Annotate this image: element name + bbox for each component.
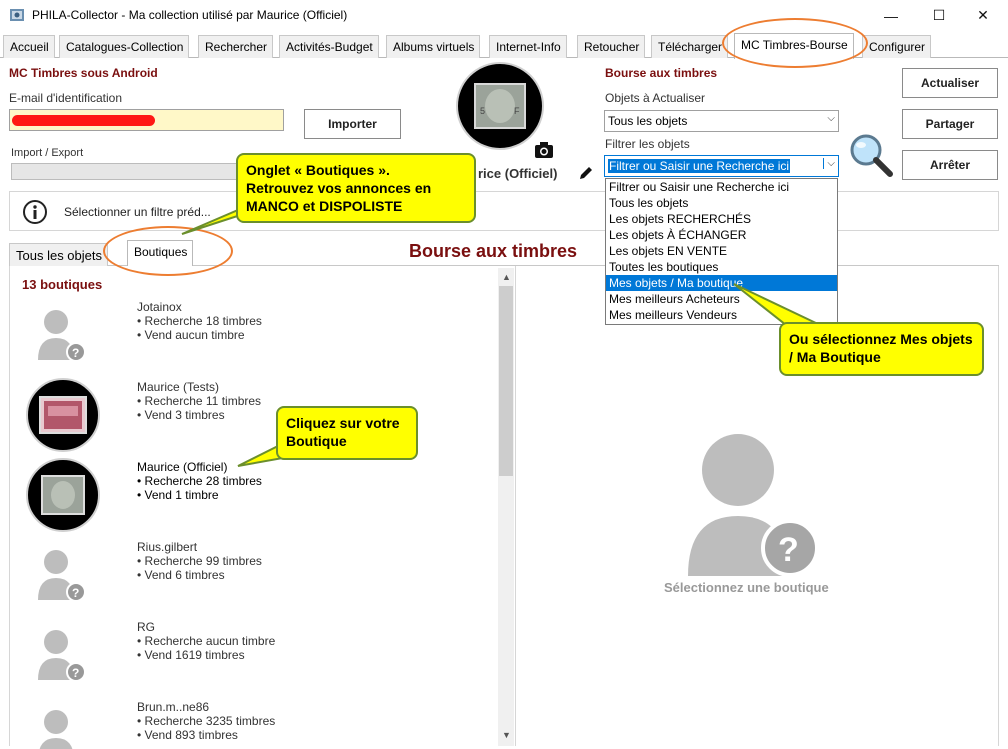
tab-catalogues-collection[interactable]: Catalogues-Collection bbox=[59, 35, 190, 58]
objects-select-value: Tous les objets bbox=[608, 114, 688, 128]
tab-telecharger[interactable]: Télécharger bbox=[651, 35, 729, 58]
maximize-button[interactable]: ☐ bbox=[916, 0, 962, 31]
info-icon bbox=[23, 200, 47, 224]
shop-avatar-unknown: ? bbox=[38, 310, 84, 362]
stop-button[interactable]: Arrêter bbox=[902, 150, 998, 180]
shop-search-count: • Recherche 3235 timbres bbox=[137, 714, 276, 728]
dropdown-option[interactable]: Filtrer ou Saisir une Recherche ici bbox=[606, 179, 837, 195]
shop-search-count: • Recherche 99 timbres bbox=[137, 554, 262, 568]
dropdown-option[interactable]: Tous les objets bbox=[606, 195, 837, 211]
profile-avatar: 5 F bbox=[456, 62, 544, 150]
svg-text:?: ? bbox=[72, 586, 79, 600]
refresh-button[interactable]: Actualiser bbox=[902, 68, 998, 98]
svg-text:?: ? bbox=[72, 666, 79, 680]
search-icon[interactable] bbox=[848, 132, 894, 178]
scroll-thumb[interactable] bbox=[499, 286, 513, 476]
svg-text:?: ? bbox=[72, 346, 79, 360]
tab-configurer[interactable]: Configurer bbox=[862, 35, 932, 58]
import-button[interactable]: Importer bbox=[304, 109, 401, 139]
shop-name: Jotainox bbox=[137, 300, 182, 314]
shop-sell-count: • Vend aucun timbre bbox=[137, 328, 245, 342]
shop-name: Brun.m..ne86 bbox=[137, 700, 210, 714]
callout-select-mine: Ou sélectionnez Mes objets / Ma Boutique bbox=[779, 322, 984, 376]
shop-count: 13 boutiques bbox=[22, 277, 103, 292]
app-icon bbox=[10, 9, 24, 21]
stamp-image: 5 F bbox=[474, 83, 526, 129]
subtab-tous-les-objets[interactable]: Tous les objets bbox=[9, 243, 108, 266]
filter-label: Filtrer les objets bbox=[605, 137, 690, 151]
tab-albums-virtuels[interactable]: Albums virtuels bbox=[386, 35, 481, 58]
minimize-button[interactable]: — bbox=[868, 0, 914, 31]
callout-click-shop: Cliquez sur votre Boutique bbox=[276, 406, 418, 460]
shop-name: Rius.gilbert bbox=[137, 540, 198, 554]
shop-search-count: • Recherche 28 timbres bbox=[137, 474, 262, 488]
shop-sell-count: • Vend 1619 timbres bbox=[137, 648, 245, 662]
shop-sell-count: • Vend 1 timbre bbox=[137, 488, 219, 502]
list-item[interactable]: Jotainox • Recherche 18 timbres • Vend a… bbox=[137, 300, 262, 342]
list-item[interactable]: Maurice (Tests) • Recherche 11 timbres •… bbox=[137, 380, 261, 422]
share-button[interactable]: Partager bbox=[902, 109, 998, 139]
tab-activites-budget[interactable]: Activités-Budget bbox=[279, 35, 379, 58]
title-bar: PHILA-Collector - Ma collection utilisé … bbox=[0, 0, 1008, 31]
redaction-mark bbox=[12, 115, 155, 126]
profile-name: rice (Officiel) bbox=[478, 166, 558, 181]
svg-text:F: F bbox=[514, 106, 520, 116]
callout-boutiques-tab: Onglet « Boutiques ». Retrouvez vos anno… bbox=[236, 153, 476, 223]
bourse-heading: Bourse aux timbres bbox=[409, 241, 578, 261]
stamp-image bbox=[39, 396, 87, 434]
list-item[interactable]: Brun.m..ne86 • Recherche 3235 timbres • … bbox=[137, 700, 275, 742]
close-button[interactable]: ✕ bbox=[960, 0, 1006, 31]
tab-retoucher[interactable]: Retoucher bbox=[577, 35, 646, 58]
pencil-icon[interactable] bbox=[577, 164, 595, 182]
shop-list-scrollbar[interactable]: ▲ ▼ bbox=[498, 268, 514, 746]
scroll-down-arrow[interactable]: ▼ bbox=[502, 730, 511, 740]
shop-avatar-stamp bbox=[26, 378, 100, 452]
objects-select[interactable]: Tous les objets ⌵ bbox=[604, 110, 839, 132]
shop-avatar-stamp bbox=[26, 458, 100, 532]
shop-sell-count: • Vend 893 timbres bbox=[137, 728, 238, 742]
import-export-label: Import / Export bbox=[11, 147, 84, 159]
scroll-up-arrow[interactable]: ▲ bbox=[502, 272, 511, 282]
list-item[interactable]: Rius.gilbert • Recherche 99 timbres • Ve… bbox=[137, 540, 262, 582]
android-section-title: MC Timbres sous Android bbox=[9, 66, 158, 80]
shop-name: RG bbox=[137, 620, 155, 634]
shop-search-count: • Recherche 18 timbres bbox=[137, 314, 262, 328]
shop-avatar-unknown: ? bbox=[38, 550, 84, 602]
right-section-title: Bourse aux timbres bbox=[605, 66, 718, 80]
shop-search-count: • Recherche 11 timbres bbox=[137, 394, 262, 408]
chevron-down-icon: ⌵ bbox=[827, 113, 835, 124]
filter-combo[interactable]: Filtrer ou Saisir une Recherche ici ⌵ bbox=[604, 155, 839, 177]
shop-sell-count: • Vend 3 timbres bbox=[137, 408, 225, 422]
shop-search-count: • Recherche aucun timbre bbox=[137, 634, 276, 648]
filter-combo-value: Filtrer ou Saisir une Recherche ici bbox=[608, 159, 791, 173]
dropdown-option[interactable]: Les objets RECHERCHÉS bbox=[606, 211, 837, 227]
shop-avatar-unknown: ? bbox=[38, 630, 84, 682]
window-title: PHILA-Collector - Ma collection utilisé … bbox=[32, 8, 348, 22]
tab-internet-info[interactable]: Internet-Info bbox=[489, 35, 567, 58]
shop-name: Maurice (Tests) bbox=[137, 380, 220, 394]
shop-avatar-unknown bbox=[39, 710, 73, 749]
svg-text:5: 5 bbox=[480, 106, 485, 116]
objects-label: Objets à Actualiser bbox=[605, 91, 706, 105]
camera-icon[interactable] bbox=[534, 141, 554, 159]
list-item[interactable]: RG • Recherche aucun timbre • Vend 1619 … bbox=[137, 620, 275, 662]
chevron-down-icon: ⌵ bbox=[823, 158, 835, 169]
stamp-image bbox=[41, 475, 85, 515]
dropdown-option[interactable]: Les objets EN VENTE bbox=[606, 243, 837, 259]
email-label: E-mail d'identification bbox=[9, 91, 123, 105]
unknown-user-icon: ? bbox=[688, 434, 819, 577]
select-shop-placeholder: Sélectionnez une boutique bbox=[664, 580, 829, 595]
svg-text:?: ? bbox=[778, 531, 799, 569]
tab-accueil[interactable]: Accueil bbox=[3, 35, 55, 58]
email-field[interactable] bbox=[9, 109, 284, 131]
highlight-ellipse-tab bbox=[722, 18, 868, 68]
shop-sell-count: • Vend 6 timbres bbox=[137, 568, 225, 582]
tab-rechercher[interactable]: Rechercher bbox=[198, 35, 274, 58]
dropdown-option[interactable]: Les objets À ÉCHANGER bbox=[606, 227, 837, 243]
